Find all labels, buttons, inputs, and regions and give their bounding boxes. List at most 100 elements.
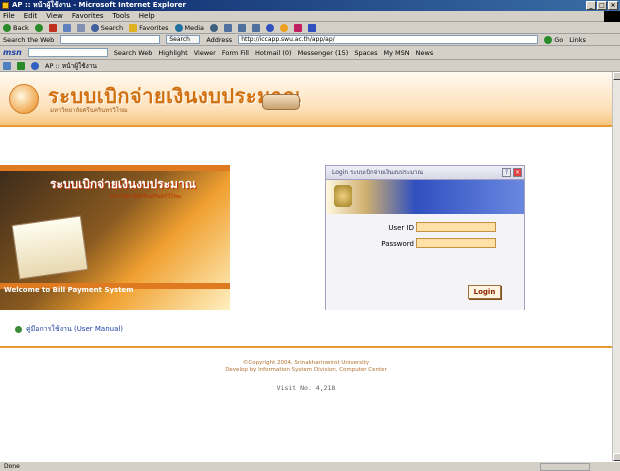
search-web-label: Search the Web xyxy=(3,35,55,44)
vertical-scrollbar[interactable] xyxy=(612,72,620,461)
login-panel: Login ระบบเบิกจ่ายเงินงบประมาณ ? × User … xyxy=(325,165,525,310)
msn-logo: msn xyxy=(3,48,22,57)
developer-text: Develop by Information System Division, … xyxy=(225,367,387,373)
copyright-text: ©Copyright 2004, Srinakharinwirot Univer… xyxy=(242,360,370,366)
search-web-input[interactable] xyxy=(60,35,161,44)
search-icon xyxy=(90,23,99,32)
msn-icon[interactable] xyxy=(266,23,275,32)
login-banner-graphic xyxy=(326,180,524,214)
links-label[interactable]: Links xyxy=(569,36,586,44)
tab-nav-icon[interactable] xyxy=(3,61,11,70)
menu-view[interactable]: View xyxy=(46,12,63,20)
scroll-down-icon[interactable] xyxy=(613,453,620,461)
home-icon[interactable] xyxy=(76,23,85,32)
userid-input[interactable] xyxy=(416,222,496,232)
tab-toolbar: AP :: หน้าผู้ใช้งาน xyxy=(0,60,620,72)
password-label: Password xyxy=(381,240,414,248)
go-arrow-icon xyxy=(544,35,553,44)
windows-logo-icon xyxy=(604,11,620,22)
stop-icon[interactable] xyxy=(48,23,57,32)
msn-search-web[interactable]: Search Web xyxy=(114,49,153,57)
page-header: ระบบเบิกจ่ายเงินงบประมาณ มหาวิทยาลัยศรีน… xyxy=(0,72,612,127)
close-icon[interactable]: × xyxy=(513,168,522,177)
msn-spaces[interactable]: Spaces xyxy=(354,49,377,57)
keys-icon xyxy=(334,185,352,207)
msn-news[interactable]: News xyxy=(416,49,434,57)
visit-counter: Visit No. 4,218 xyxy=(276,384,336,392)
play-icon[interactable] xyxy=(308,23,317,32)
search-web-button[interactable]: Search xyxy=(166,35,201,44)
userid-label: User ID xyxy=(388,224,414,232)
banner-strip-top xyxy=(0,165,230,171)
back-button[interactable]: Back xyxy=(3,23,29,32)
window-title: AP :: หน้าผู้ใช้งาน - Microsoft Internet… xyxy=(12,1,186,9)
login-title: Login ระบบเบิกจ่ายเงินงบประมาณ xyxy=(332,169,424,176)
ie-app-icon xyxy=(2,2,9,9)
login-titlebar: Login ระบบเบิกจ่ายเงินงบประมาณ ? × xyxy=(326,166,524,180)
msn-hotmail[interactable]: Hotmail (0) xyxy=(255,49,292,57)
msn-highlight[interactable]: Highlight xyxy=(158,49,187,57)
welcome-banner: ระบบเบิกจ่ายเงินงบประมาณ มหาวิทยาลัยศรีน… xyxy=(0,165,230,310)
go-button[interactable]: Go xyxy=(544,35,563,44)
menu-file[interactable]: File xyxy=(3,12,15,20)
messenger-icon[interactable] xyxy=(280,23,289,32)
print-icon[interactable] xyxy=(238,23,247,32)
msn-form-fill[interactable]: Form Fill xyxy=(222,49,249,57)
status-bar: Done xyxy=(0,461,620,471)
scroll-up-icon[interactable] xyxy=(613,72,620,80)
menu-help[interactable]: Help xyxy=(139,12,155,20)
footer-divider xyxy=(0,346,612,348)
msn-messenger[interactable]: Messenger (15) xyxy=(298,49,349,57)
userid-row: User ID xyxy=(326,222,526,234)
user-manual-label: คู่มือการใช้งาน (User Manual) xyxy=(26,325,124,333)
favorites-button[interactable]: Favorites xyxy=(129,23,169,32)
header-subtitle: มหาวิทยาลัยศรีนครินทรวิโรฒ xyxy=(50,107,128,114)
banner-subtitle: มหาวิทยาลัยศรีนครินทรวิโรฒ xyxy=(110,194,182,200)
active-tab[interactable]: AP :: หน้าผู้ใช้งาน xyxy=(45,61,97,71)
bullet-icon xyxy=(15,326,22,333)
status-text: Done xyxy=(4,463,20,470)
msn-toolbar: msn Search Web Highlight Viewer Form Fil… xyxy=(0,46,620,60)
ie-page-icon xyxy=(31,61,39,70)
mail-icon[interactable] xyxy=(224,23,233,32)
refresh-icon[interactable] xyxy=(62,23,71,32)
msn-viewer[interactable]: Viewer xyxy=(194,49,216,57)
document-graphic xyxy=(11,215,89,280)
msn-search-input[interactable] xyxy=(27,48,108,57)
address-label: Address xyxy=(206,35,233,44)
login-button[interactable]: Login xyxy=(468,285,501,299)
history-icon[interactable] xyxy=(210,23,219,32)
media-button[interactable]: Media xyxy=(174,23,204,32)
password-row: Password xyxy=(326,238,526,250)
edit-icon[interactable] xyxy=(252,23,261,32)
search-button[interactable]: Search xyxy=(90,23,123,32)
standard-toolbar: Back Search Favorites Media xyxy=(0,22,620,34)
window-titlebar: AP :: หน้าผู้ใช้งาน - Microsoft Internet… xyxy=(0,0,620,11)
login-form: User ID Password Login xyxy=(326,214,524,310)
forward-arrow-icon[interactable] xyxy=(34,23,43,32)
minimize-button[interactable]: _ xyxy=(586,1,596,10)
footer-copyright: ©Copyright 2004, Srinakharinwirot Univer… xyxy=(0,360,612,374)
page-content: ระบบเบิกจ่ายเงินงบประมาณ มหาวิทยาลัยศรีน… xyxy=(0,72,612,461)
university-seal-icon xyxy=(9,84,39,114)
menu-bar: File Edit View Favorites Tools Help xyxy=(0,11,620,22)
maximize-button[interactable]: □ xyxy=(597,1,607,10)
help-icon[interactable]: ? xyxy=(502,168,511,177)
address-input[interactable]: http://iccapp.swu.ac.th/app/ap/ xyxy=(238,35,539,44)
close-button[interactable]: × xyxy=(608,1,618,10)
internet-zone xyxy=(540,463,590,471)
banner-welcome-text: Welcome to Bill Payment System xyxy=(4,286,134,294)
back-arrow-icon xyxy=(3,23,11,32)
favorites-icon xyxy=(129,23,138,32)
address-toolbar: Search the Web Search Address http://icc… xyxy=(0,34,620,46)
msn-my-msn[interactable]: My MSN xyxy=(384,49,410,57)
menu-edit[interactable]: Edit xyxy=(24,12,38,20)
flag-icon[interactable] xyxy=(294,23,303,32)
add-tab-icon[interactable] xyxy=(17,61,25,70)
media-icon xyxy=(174,23,183,32)
password-input[interactable] xyxy=(416,238,496,248)
banner-title: ระบบเบิกจ่ายเงินงบประมาณ xyxy=(50,177,196,191)
menu-tools[interactable]: Tools xyxy=(113,12,130,20)
menu-favorites[interactable]: Favorites xyxy=(72,12,104,20)
user-manual-link[interactable]: คู่มือการใช้งาน (User Manual) xyxy=(15,324,123,335)
